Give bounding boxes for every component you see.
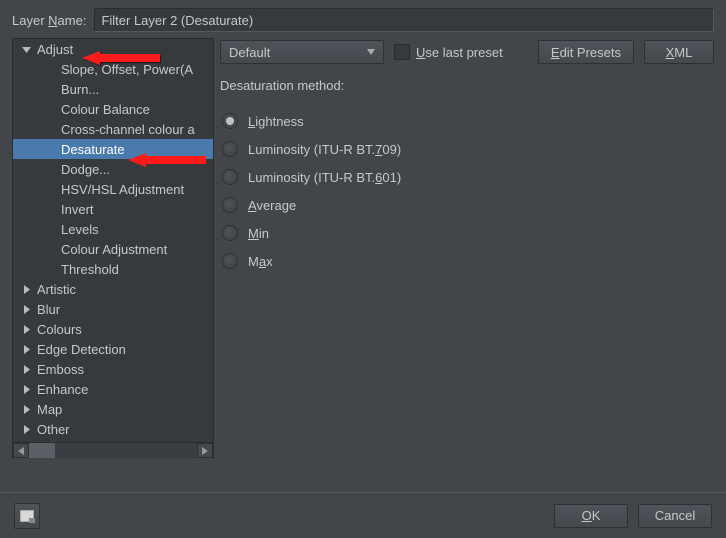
create-view-button[interactable] [14, 503, 40, 529]
tree-item-label: Colour Adjustment [61, 242, 167, 257]
preset-dropdown-label: Default [229, 45, 270, 60]
horizontal-scrollbar[interactable] [13, 442, 213, 458]
chevron-right-icon[interactable] [21, 364, 31, 374]
radio-button[interactable] [222, 197, 238, 213]
tree-group-label: Blur [37, 302, 60, 317]
edit-presets-button[interactable]: Edit Presets [538, 40, 634, 64]
tree-group-edge-detection[interactable]: Edge Detection [13, 339, 213, 359]
tree-item-label: Invert [61, 202, 94, 217]
scroll-left-button[interactable] [13, 443, 29, 458]
preset-dropdown[interactable]: Default [220, 40, 384, 64]
tree-item-label: Colour Balance [61, 102, 150, 117]
radio-label: Lightness [248, 114, 304, 129]
section-heading: Desaturation method: [220, 78, 714, 93]
tree-group-label: Emboss [37, 362, 84, 377]
tree-group-label: Adjust [37, 42, 73, 57]
chevron-right-icon[interactable] [21, 324, 31, 334]
xml-button[interactable]: XML [644, 40, 714, 64]
layer-name-label: Layer Name: [12, 13, 86, 28]
tree-group-other[interactable]: Other [13, 419, 213, 439]
tree-item[interactable]: Threshold [13, 259, 213, 279]
tree-item[interactable]: HSV/HSL Adjustment [13, 179, 213, 199]
radio-button[interactable] [222, 141, 238, 157]
radio-label: Min [248, 226, 269, 241]
tree-group-enhance[interactable]: Enhance [13, 379, 213, 399]
tree-item[interactable]: Levels [13, 219, 213, 239]
layer-name-input[interactable] [94, 8, 714, 32]
chevron-right-icon[interactable] [21, 344, 31, 354]
chevron-down-icon[interactable] [21, 44, 31, 54]
radio-button[interactable] [222, 113, 238, 129]
radio-label: Average [248, 198, 296, 213]
tree-group-emboss[interactable]: Emboss [13, 359, 213, 379]
chevron-right-icon[interactable] [21, 284, 31, 294]
tree-item[interactable]: Burn... [13, 79, 213, 99]
tree-group-blur[interactable]: Blur [13, 299, 213, 319]
tree-group-label: Edge Detection [37, 342, 126, 357]
tree-item-label: Burn... [61, 82, 99, 97]
tree-item[interactable]: Colour Adjustment [13, 239, 213, 259]
chevron-right-icon[interactable] [21, 404, 31, 414]
tree-group-label: Enhance [37, 382, 88, 397]
tree-item-label: Desaturate [61, 142, 125, 157]
tree-group-adjust[interactable]: Adjust [13, 39, 213, 59]
tree-item[interactable]: Dodge... [13, 159, 213, 179]
radio-option[interactable]: Min [222, 225, 712, 241]
chevron-right-icon[interactable] [21, 304, 31, 314]
tree-item[interactable]: Colour Balance [13, 99, 213, 119]
tree-group-map[interactable]: Map [13, 399, 213, 419]
cancel-button[interactable]: Cancel [638, 504, 712, 528]
radio-option[interactable]: Max [222, 253, 712, 269]
radio-option[interactable]: Luminosity (ITU-R BT.709) [222, 141, 712, 157]
use-last-preset-checkbox[interactable] [394, 44, 410, 60]
tree-group-label: Artistic [37, 282, 76, 297]
radio-label: Luminosity (ITU-R BT.709) [248, 142, 401, 157]
tree-item[interactable]: Desaturate [13, 139, 213, 159]
radio-button[interactable] [222, 169, 238, 185]
tree-item[interactable]: Cross-channel colour a [13, 119, 213, 139]
radio-button[interactable] [222, 253, 238, 269]
ok-button[interactable]: OK [554, 504, 628, 528]
tree-group-label: Other [37, 422, 70, 437]
tree-item[interactable]: Invert [13, 199, 213, 219]
tree-item-label: Slope, Offset, Power(A [61, 62, 193, 77]
chevron-right-icon[interactable] [21, 384, 31, 394]
tree-item-label: HSV/HSL Adjustment [61, 182, 184, 197]
radio-label: Max [248, 254, 273, 269]
tree-group-artistic[interactable]: Artistic [13, 279, 213, 299]
scroll-right-button[interactable] [197, 443, 213, 458]
tree-group-colours[interactable]: Colours [13, 319, 213, 339]
tree-item-label: Dodge... [61, 162, 110, 177]
filter-tree[interactable]: Adjust Slope, Offset, Power(A Burn... Colou… [12, 38, 214, 458]
radio-option[interactable]: Average [222, 197, 712, 213]
scrollbar-thumb[interactable] [29, 443, 55, 458]
tree-item-label: Cross-channel colour a [61, 122, 195, 137]
tree-item-label: Threshold [61, 262, 119, 277]
radio-option[interactable]: Lightness [222, 113, 712, 129]
chevron-right-icon[interactable] [21, 424, 31, 434]
tree-group-label: Map [37, 402, 62, 417]
canvas-icon [20, 510, 34, 522]
radio-button[interactable] [222, 225, 238, 241]
radio-label: Luminosity (ITU-R BT.601) [248, 170, 401, 185]
tree-group-label: Colours [37, 322, 82, 337]
chevron-down-icon [367, 49, 375, 55]
tree-item-label: Levels [61, 222, 99, 237]
tree-item[interactable]: Slope, Offset, Power(A [13, 59, 213, 79]
use-last-preset-label: Use last preset [416, 45, 503, 60]
radio-option[interactable]: Luminosity (ITU-R BT.601) [222, 169, 712, 185]
